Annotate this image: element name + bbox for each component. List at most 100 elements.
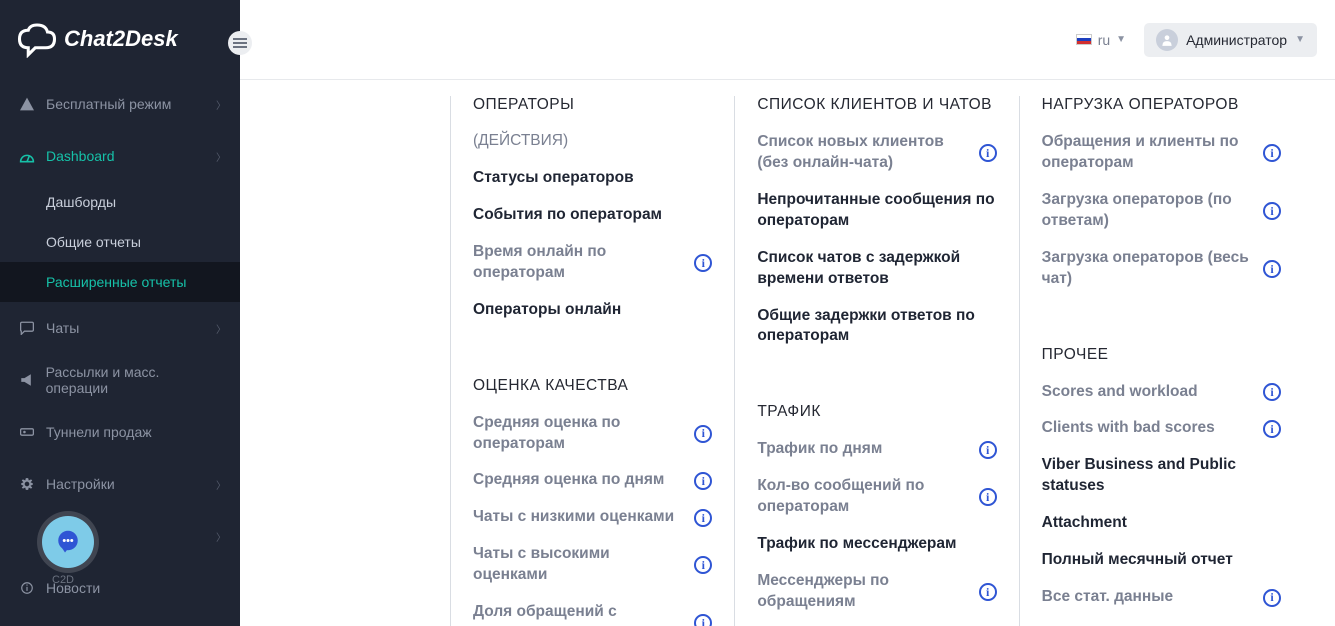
- section-title: ОПЕРАТОРЫ: [473, 96, 712, 114]
- report-link[interactable]: Статусы операторов: [473, 168, 712, 189]
- tun-icon: [18, 425, 36, 439]
- language-code: ru: [1098, 32, 1110, 48]
- report-link[interactable]: Мессенджеры по обращениямi: [757, 571, 996, 613]
- report-link[interactable]: Операторы онлайн: [473, 300, 712, 321]
- flag-ru-icon: [1076, 34, 1092, 45]
- nav-label: Чаты: [46, 320, 79, 336]
- report-label: Scores and workload: [1042, 382, 1253, 403]
- info-icon[interactable]: i: [1263, 420, 1281, 438]
- warn-icon: [18, 97, 36, 111]
- info-icon[interactable]: i: [1263, 589, 1281, 607]
- subnav-item-1[interactable]: Общие отчеты: [0, 222, 240, 262]
- nav-item-1[interactable]: Dashboard〉: [0, 130, 240, 182]
- report-link[interactable]: Чаты с высокими оценкамиi: [473, 544, 712, 586]
- report-link[interactable]: Время онлайн по операторамi: [473, 242, 712, 284]
- report-label: Доля обращений с оценками: [473, 602, 684, 626]
- report-link[interactable]: Чаты с низкими оценками i: [473, 507, 712, 528]
- report-label: Кол-во сообщений по операторам: [757, 476, 968, 518]
- chevron-right-icon: 〉: [216, 477, 226, 492]
- report-label: Список чатов с задержкой времени ответов: [757, 248, 996, 290]
- report-link[interactable]: Непрочитанные сообщения по операторам: [757, 190, 996, 232]
- report-link[interactable]: Кол-во сообщений по операторам i: [757, 476, 996, 518]
- info-icon[interactable]: i: [694, 425, 712, 443]
- report-link[interactable]: Загрузка операторов (по ответам)i: [1042, 190, 1281, 232]
- report-label: Viber Business and Public statuses: [1042, 455, 1281, 497]
- report-link[interactable]: Средняя оценка по дням i: [473, 470, 712, 491]
- report-link[interactable]: Список новых клиентов (без онлайн-чата)i: [757, 132, 996, 174]
- main-content: ОПЕРАТОРЫ(ДЕЙСТВИЯ)Статусы операторовСоб…: [240, 80, 1335, 626]
- subnav-item-0[interactable]: Дашборды: [0, 182, 240, 222]
- nav-label: Dashboard: [46, 148, 115, 164]
- info-icon[interactable]: i: [694, 556, 712, 574]
- chevron-right-icon: 〉: [216, 97, 226, 112]
- report-link[interactable]: Все стат. данные i: [1042, 587, 1281, 608]
- info-icon[interactable]: i: [694, 509, 712, 527]
- nav-label: Настройки: [46, 476, 115, 492]
- nav-item-2[interactable]: Чаты 〉: [0, 302, 240, 354]
- report-label: Attachment: [1042, 513, 1281, 534]
- info-icon[interactable]: i: [694, 472, 712, 490]
- report-label: Средняя оценка по дням: [473, 470, 684, 491]
- report-link[interactable]: Загрузка операторов (весь чат) i: [1042, 248, 1281, 290]
- avatar-icon: [1156, 29, 1178, 51]
- report-link[interactable]: Трафик по мессенджерам: [757, 534, 996, 555]
- report-label: События по операторам: [473, 205, 712, 226]
- report-link[interactable]: Доля обращений с оценками i: [473, 602, 712, 626]
- report-link[interactable]: События по операторам: [473, 205, 712, 226]
- nav-item-6[interactable]: W a〉: [0, 510, 240, 562]
- nav-item-0[interactable]: Бесплатный режим 〉: [0, 78, 240, 130]
- chevron-down-icon: ▼: [1116, 34, 1126, 45]
- report-link[interactable]: Attachment: [1042, 513, 1281, 534]
- report-column-0: ОПЕРАТОРЫ(ДЕЙСТВИЯ)Статусы операторовСоб…: [450, 96, 734, 626]
- report-label: Средняя оценка по операторам: [473, 413, 684, 455]
- report-label: Обращения и клиенты по операторам: [1042, 132, 1253, 174]
- info-icon[interactable]: i: [1263, 202, 1281, 220]
- report-label: Непрочитанные сообщения по операторам: [757, 190, 996, 232]
- report-link[interactable]: Scores and workload i: [1042, 382, 1281, 403]
- report-link[interactable]: Clients with bad scores i: [1042, 418, 1281, 439]
- subnav-item-2[interactable]: Расширенные отчеты: [0, 262, 240, 302]
- report-link[interactable]: Список чатов с задержкой времени ответов: [757, 248, 996, 290]
- report-link[interactable]: Трафик по днямi: [757, 439, 996, 460]
- gear-icon: [18, 477, 36, 491]
- nav-item-4[interactable]: Туннели продаж: [0, 406, 240, 458]
- report-link[interactable]: Средняя оценка по операторам i: [473, 413, 712, 455]
- info-icon[interactable]: i: [694, 254, 712, 272]
- info-icon[interactable]: i: [1263, 144, 1281, 162]
- user-menu[interactable]: Администратор ▼: [1144, 23, 1317, 57]
- report-label: Загрузка операторов (весь чат): [1042, 248, 1253, 290]
- info-icon[interactable]: i: [1263, 260, 1281, 278]
- nav-item-5[interactable]: Настройки 〉: [0, 458, 240, 510]
- report-link[interactable]: Полный месячный отчет: [1042, 550, 1281, 571]
- info-icon[interactable]: i: [694, 614, 712, 626]
- report-column-2: НАГРУЗКА ОПЕРАТОРОВОбращения и клиенты п…: [1019, 96, 1303, 626]
- info-icon[interactable]: i: [979, 144, 997, 162]
- section-title: ТРАФИК: [757, 403, 996, 421]
- section-title: СПИСОК КЛИЕНТОВ И ЧАТОВ: [757, 96, 996, 114]
- user-label: Администратор: [1186, 32, 1287, 48]
- report-column-1: СПИСОК КЛИЕНТОВ И ЧАТОВ Список новых клие…: [734, 96, 1018, 626]
- info-icon[interactable]: i: [979, 441, 997, 459]
- language-switcher[interactable]: ru ▼: [1076, 32, 1126, 48]
- nav-item-7[interactable]: Новости: [0, 562, 240, 614]
- info-icon[interactable]: i: [1263, 383, 1281, 401]
- nav-label: Бесплатный режим: [46, 96, 171, 112]
- report-link[interactable]: Viber Business and Public statuses: [1042, 455, 1281, 497]
- nav-label: Туннели продаж: [46, 424, 152, 440]
- info-icon[interactable]: i: [979, 488, 997, 506]
- report-label: Все стат. данные: [1042, 587, 1253, 608]
- chat-icon: [18, 321, 36, 335]
- report-label: Чаты с низкими оценками: [473, 507, 684, 528]
- report-label: Clients with bad scores: [1042, 418, 1253, 439]
- bull-icon: [18, 373, 36, 387]
- report-link[interactable]: Общие задержки ответов по операторам: [757, 306, 996, 348]
- topbar: ru ▼ Администратор ▼: [240, 0, 1335, 80]
- nav-label: Рассылки и масс. операции: [46, 364, 222, 396]
- chat-widget-button[interactable]: [42, 516, 94, 568]
- section-title: ОЦЕНКА КАЧЕСТВА: [473, 377, 712, 395]
- chevron-right-icon: 〉: [216, 321, 226, 336]
- logo[interactable]: Chat2Desk: [0, 0, 240, 78]
- info-icon[interactable]: i: [979, 583, 997, 601]
- nav-item-3[interactable]: Рассылки и масс. операции: [0, 354, 240, 406]
- report-link[interactable]: Обращения и клиенты по операторам i: [1042, 132, 1281, 174]
